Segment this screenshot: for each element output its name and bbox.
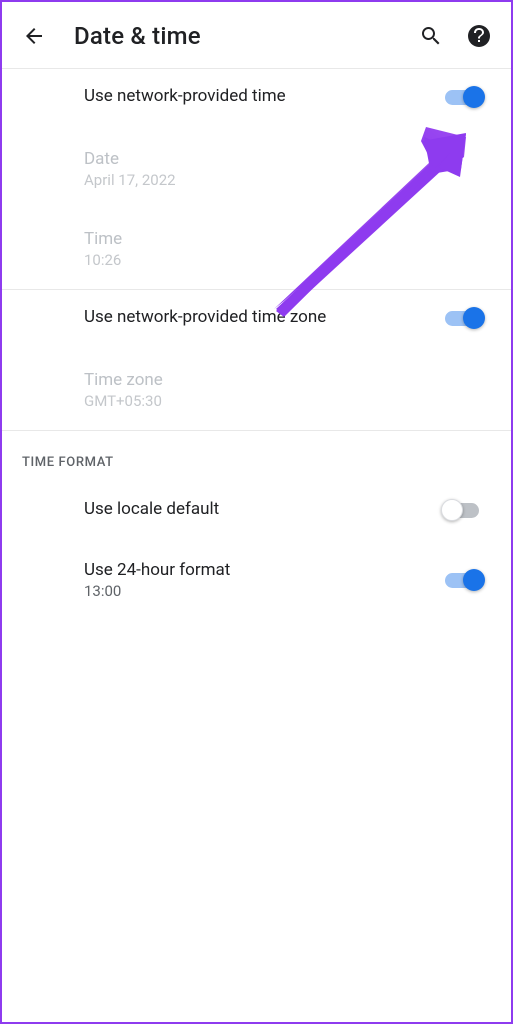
date-content: Date April 17, 2022 [84,149,491,189]
search-button[interactable] [419,24,443,48]
tz-row: Time zone GMT+05:30 [2,346,511,430]
back-button[interactable] [22,24,46,48]
network-time-row[interactable]: Use network-provided time [2,69,511,125]
time-label: Time [84,229,491,249]
h24-content: Use 24-hour format 13:00 [84,560,445,600]
h24-toggle[interactable] [445,568,485,592]
time-format-section: TIME FORMAT Use locale default Use 24-ho… [2,431,511,616]
network-time-section: Use network-provided time Date April 17,… [2,69,511,290]
tz-label: Time zone [84,370,491,390]
arrow-back-icon [22,24,46,48]
network-tz-row[interactable]: Use network-provided time zone [2,290,511,346]
network-tz-section: Use network-provided time zone Time zone… [2,290,511,431]
time-value: 10:26 [84,251,491,269]
network-time-label: Use network-provided time [84,86,445,106]
h24-format-row[interactable]: Use 24-hour format 13:00 [2,538,511,616]
help-icon [467,24,491,48]
locale-default-toggle[interactable] [445,498,485,522]
network-time-content: Use network-provided time [84,86,445,108]
header-actions [419,24,491,48]
date-value: April 17, 2022 [84,171,491,189]
locale-default-label: Use locale default [84,499,445,519]
time-content: Time 10:26 [84,229,491,269]
locale-default-content: Use locale default [84,499,445,521]
page-title: Date & time [74,22,391,50]
network-tz-toggle[interactable] [445,306,485,330]
help-button[interactable] [467,24,491,48]
tz-value: GMT+05:30 [84,392,491,410]
time-format-header: TIME FORMAT [2,431,511,482]
app-header: Date & time [2,2,511,69]
date-row: Date April 17, 2022 [2,125,511,205]
h24-label: Use 24-hour format [84,560,445,580]
locale-default-row[interactable]: Use locale default [2,482,511,538]
network-tz-content: Use network-provided time zone [84,307,445,329]
time-row: Time 10:26 [2,205,511,289]
network-time-toggle[interactable] [445,85,485,109]
date-label: Date [84,149,491,169]
tz-content: Time zone GMT+05:30 [84,370,491,410]
h24-sub: 13:00 [84,582,445,600]
search-icon [419,24,443,48]
network-tz-label: Use network-provided time zone [84,307,445,327]
